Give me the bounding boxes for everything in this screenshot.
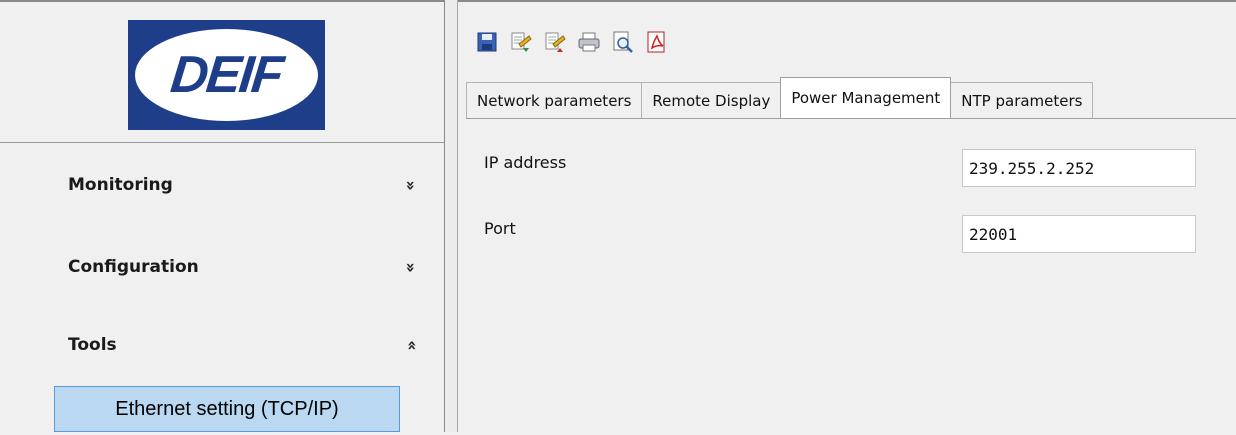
toolbar bbox=[474, 26, 670, 58]
print-preview-icon[interactable] bbox=[610, 29, 636, 55]
tab-power-management[interactable]: Power Management bbox=[780, 77, 952, 118]
logo-text: DEIF bbox=[168, 46, 285, 104]
main-panel: Network parameters Remote Display Power … bbox=[458, 0, 1236, 435]
sidebar-item-label: Ethernet setting (TCP/IP) bbox=[115, 397, 339, 420]
port-label: Port bbox=[484, 219, 516, 238]
tab-remote-display[interactable]: Remote Display bbox=[641, 82, 782, 118]
ip-address-field[interactable] bbox=[962, 149, 1196, 187]
sidebar-item-ethernet-setting[interactable]: Ethernet setting (TCP/IP) bbox=[54, 386, 400, 432]
chevron-up-icon[interactable]: » bbox=[401, 340, 420, 350]
read-from-device-icon[interactable] bbox=[508, 29, 534, 55]
write-to-device-icon[interactable] bbox=[542, 29, 568, 55]
splitter-handle[interactable] bbox=[444, 0, 458, 432]
print-icon[interactable] bbox=[576, 29, 602, 55]
sidebar: DEIF Monitoring » Configuration » Tools … bbox=[0, 0, 444, 432]
tab-bar: Network parameters Remote Display Power … bbox=[466, 77, 1094, 118]
nav-monitoring[interactable]: Monitoring » bbox=[68, 170, 420, 200]
tab-content: IP address Port bbox=[466, 118, 1236, 435]
nav-monitoring-label: Monitoring bbox=[68, 175, 173, 195]
tab-network-parameters[interactable]: Network parameters bbox=[466, 82, 643, 118]
nav-configuration-label: Configuration bbox=[68, 257, 199, 277]
chevron-down-icon[interactable]: » bbox=[401, 180, 420, 190]
tab-ntp-parameters[interactable]: NTP parameters bbox=[950, 82, 1094, 118]
logo-oval: DEIF bbox=[135, 29, 318, 121]
export-pdf-icon[interactable] bbox=[644, 29, 670, 55]
chevron-down-icon[interactable]: » bbox=[401, 262, 420, 272]
nav-configuration[interactable]: Configuration » bbox=[68, 252, 420, 282]
deif-logo: DEIF bbox=[128, 20, 325, 130]
nav-tools[interactable]: Tools » bbox=[68, 330, 420, 360]
nav-tools-label: Tools bbox=[68, 335, 117, 355]
port-field[interactable] bbox=[962, 215, 1196, 253]
save-icon[interactable] bbox=[474, 29, 500, 55]
logo-separator bbox=[0, 142, 444, 143]
ip-address-label: IP address bbox=[484, 153, 567, 172]
